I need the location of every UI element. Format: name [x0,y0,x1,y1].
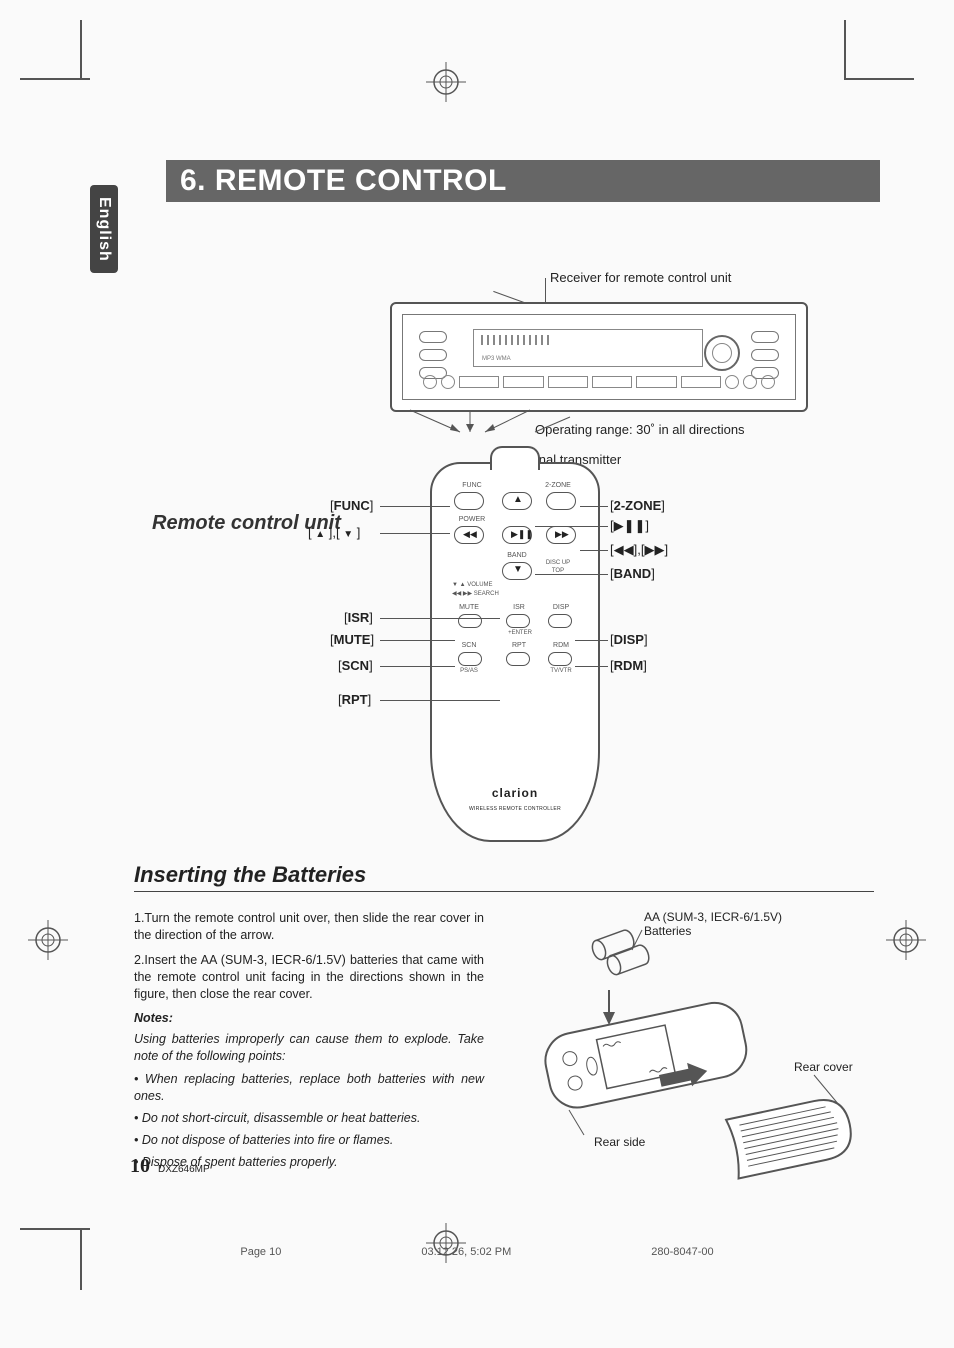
batteries-figure: AA (SUM-3, IECR-6/1.5V) Batteries [514,910,874,1210]
range-arrows-icon [390,402,590,442]
registration-mark-right [886,920,926,960]
battery-step-1: 1.Turn the remote control unit over, the… [134,910,484,944]
label-updown: [ ▲ ],[ ▼ ] [308,525,360,540]
remote-brand: clarion [432,786,598,800]
section-title: 6. REMOTE CONTROL [166,160,880,202]
label-disp: [DISP] [610,632,648,647]
label-band: [BAND] [610,566,655,581]
remote-brand-sub: WIRELESS REMOTE CONTROLLER [432,806,598,812]
svg-text:MP3 WMA: MP3 WMA [482,356,511,362]
batteries-heading: Inserting the Batteries [134,862,874,892]
registration-mark-top [426,62,466,102]
receiver-callout: Receiver for remote control unit [550,270,731,285]
label-rdm: [RDM] [610,658,647,673]
label-rpt: [RPT] [338,692,371,707]
imprint-date: 03.12.26, 5:02 PM [421,1246,511,1258]
label-seek: [◀◀],[▶▶] [610,542,668,558]
remote-illustration: FUNC 2-ZONE ▲ POWER ◀◀ ▶❚❚ ▶▶ BAND ▼ DIS… [430,462,600,842]
imprint-line: Page 10 03.12.26, 5:02 PM 280-8047-00 [0,1246,954,1258]
notes-intro: Using batteries improperly can cause the… [134,1031,484,1065]
page-number: 10 [130,1155,150,1178]
imprint-code: 280-8047-00 [651,1246,713,1258]
fig-rearcover-label: Rear cover [794,1060,853,1074]
label-2zone: [2-ZONE] [610,498,665,513]
diagram-area: Receiver for remote control unit [140,222,880,842]
registration-mark-left [28,920,68,960]
note-2: • Do not short-circuit, disassemble or h… [134,1110,484,1127]
label-mute: [MUTE] [330,632,374,647]
note-1: • When replacing batteries, replace both… [134,1071,484,1105]
language-tab-label: English [95,197,113,262]
head-unit-illustration: MP3 WMA [390,302,808,412]
label-playpause: [▶❚❚] [610,518,649,534]
page-footer: 10 DXZ646MP [130,1155,210,1178]
model-number: DXZ646MP [158,1164,210,1175]
notes-heading: Notes: [134,1010,484,1027]
imprint-page: Page 10 [240,1246,281,1258]
label-func: [FUNC] [330,498,373,513]
language-tab: English [90,185,118,273]
label-isr: [ISR] [344,610,373,625]
fig-rearside-label: Rear side [594,1135,645,1149]
battery-step-2: 2.Insert the AA (SUM-3, IECR-6/1.5V) bat… [134,952,484,1003]
label-scn: [SCN] [338,658,373,673]
note-3: • Do not dispose of batteries into fire … [134,1132,484,1149]
